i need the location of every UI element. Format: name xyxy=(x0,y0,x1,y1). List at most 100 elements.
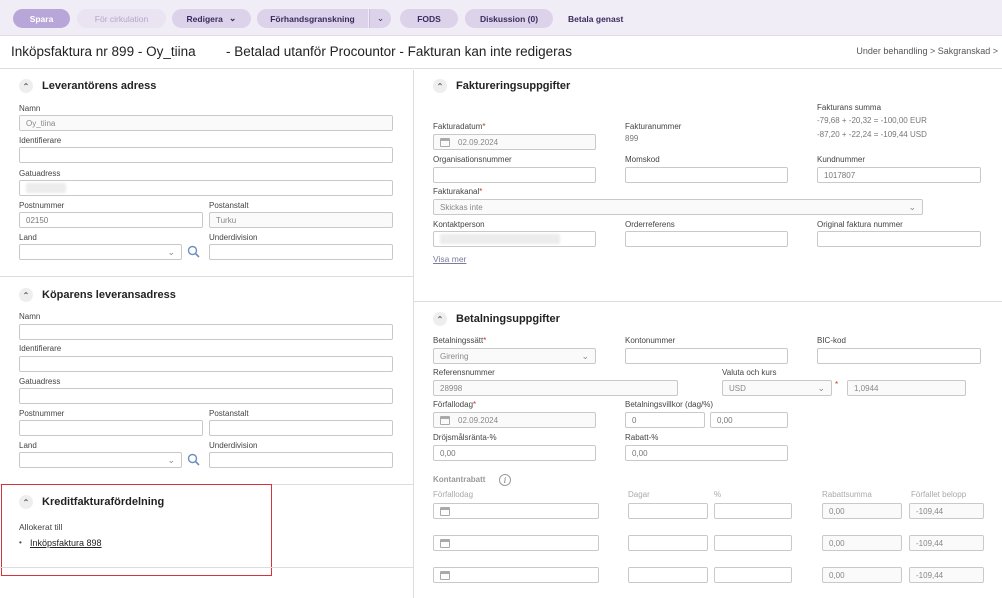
cd-due-amount-field[interactable]: -109,44 xyxy=(909,503,984,519)
show-more-link[interactable]: Visa mer xyxy=(433,254,466,264)
buyer-street-field[interactable] xyxy=(19,388,393,404)
currency-select[interactable]: USD ⌄ xyxy=(722,380,832,396)
supplier-name-label: Namn xyxy=(19,104,41,113)
buyer-postal-label: Postnummer xyxy=(19,409,65,418)
preview-button[interactable]: Förhandsgranskning xyxy=(257,9,368,28)
invoice-date-field[interactable]: 02.09.2024 xyxy=(433,134,596,150)
cd-due-date-field[interactable] xyxy=(433,535,599,551)
account-number-label: Kontonummer xyxy=(625,336,676,345)
supplier-heading: Leverantörens adress xyxy=(42,80,157,92)
supplier-name-field[interactable]: Oy_tiina xyxy=(19,115,393,131)
save-button[interactable]: Spara xyxy=(13,9,70,28)
buyer-city-field[interactable] xyxy=(209,420,393,436)
reference-number-label: Referensnummer xyxy=(433,368,495,377)
buyer-section-header[interactable]: ⌃ Köparens leveransadress xyxy=(19,288,176,302)
buyer-postal-field[interactable] xyxy=(19,420,203,436)
pay-now-button[interactable]: Betala genast xyxy=(568,9,623,28)
cd-col-due-amount: Förfallet belopp xyxy=(911,490,967,499)
payment-terms-days-field[interactable]: 0 xyxy=(625,412,705,428)
cd-due-amount-field[interactable]: -109,44 xyxy=(909,535,984,551)
payment-terms-percent-field[interactable]: 0,00 xyxy=(710,412,788,428)
cd-due-amount-field[interactable]: -109,44 xyxy=(909,567,984,583)
due-date-value: 02.09.2024 xyxy=(458,415,499,425)
invoice-number-label: Fakturanummer xyxy=(625,122,682,131)
buyer-subdivision-label: Underdivision xyxy=(209,441,258,450)
collapse-icon[interactable]: ⌃ xyxy=(433,79,447,93)
contact-person-field[interactable] xyxy=(433,231,596,247)
title-bar: Inköpsfaktura nr 899 - Oy_tiina - Betala… xyxy=(0,37,1002,69)
column-divider xyxy=(413,70,414,598)
exchange-rate-field[interactable]: 1,0944 xyxy=(847,380,966,396)
circulate-button[interactable]: För cirkulation xyxy=(77,9,166,28)
payment-method-select[interactable]: Girering ⌄ xyxy=(433,348,596,364)
payment-section-header[interactable]: ⌃ Betalningsuppgifter xyxy=(433,312,560,326)
org-number-label: Organisationsnummer xyxy=(433,155,512,164)
cd-due-date-field[interactable] xyxy=(433,503,599,519)
supplier-country-select[interactable]: ⌄ xyxy=(19,244,182,260)
supplier-country-label: Land xyxy=(19,233,37,242)
cd-days-field[interactable] xyxy=(628,567,708,583)
supplier-subdivision-field[interactable] xyxy=(209,244,393,260)
buyer-identifier-field[interactable] xyxy=(19,356,393,372)
search-icon[interactable] xyxy=(187,245,200,258)
calendar-icon xyxy=(440,506,450,516)
invoicing-section-header[interactable]: ⌃ Faktureringsuppgifter xyxy=(433,79,570,93)
buyer-identifier-label: Identifierare xyxy=(19,344,62,353)
cd-percent-field[interactable] xyxy=(714,503,792,519)
allocated-invoice-link[interactable]: Inköpsfaktura 898 xyxy=(30,538,102,548)
supplier-identifier-field[interactable] xyxy=(19,147,393,163)
due-date-field[interactable]: 02.09.2024 xyxy=(433,412,596,428)
invoice-channel-select[interactable]: Skickas inte ⌄ xyxy=(433,199,923,215)
customer-number-label: Kundnummer xyxy=(817,155,866,164)
discount-field[interactable]: 0,00 xyxy=(625,445,788,461)
calendar-icon xyxy=(440,415,450,425)
cd-percent-field[interactable] xyxy=(714,535,792,551)
fods-button[interactable]: FODS xyxy=(400,9,458,28)
supplier-section-header[interactable]: ⌃ Leverantörens adress xyxy=(19,79,156,93)
account-number-field[interactable] xyxy=(625,348,788,364)
cd-due-date-field[interactable] xyxy=(433,567,599,583)
reference-number-field[interactable]: 28998 xyxy=(433,380,678,396)
cd-amount-field[interactable]: 0,00 xyxy=(822,535,902,551)
bic-field[interactable] xyxy=(817,348,981,364)
buyer-street-label: Gatuadress xyxy=(19,377,61,386)
interest-field[interactable]: 0,00 xyxy=(433,445,596,461)
supplier-postal-field[interactable]: 02150 xyxy=(19,212,203,228)
supplier-postal-label: Postnummer xyxy=(19,201,65,210)
discussion-button[interactable]: Diskussion (0) xyxy=(465,9,553,28)
collapse-icon[interactable]: ⌃ xyxy=(19,79,33,93)
supplier-street-field[interactable] xyxy=(19,180,393,196)
buyer-country-select[interactable]: ⌄ xyxy=(19,452,182,468)
edit-dropdown-button[interactable]: Redigera ⌄ xyxy=(172,9,251,28)
cd-days-field[interactable] xyxy=(628,535,708,551)
supplier-city-field[interactable]: Turku xyxy=(209,212,393,228)
invoice-sum-usd: -87,20 + -22,24 = -109,44 USD xyxy=(817,130,927,139)
cd-amount-field[interactable]: 0,00 xyxy=(822,567,902,583)
collapse-icon[interactable]: ⌃ xyxy=(19,495,33,509)
supplier-street-label: Gatuadress xyxy=(19,169,61,178)
invoice-date-value: 02.09.2024 xyxy=(458,137,499,147)
collapse-icon[interactable]: ⌃ xyxy=(433,312,447,326)
search-icon[interactable] xyxy=(187,453,200,466)
original-invoice-field[interactable] xyxy=(817,231,981,247)
org-number-field[interactable] xyxy=(433,167,596,183)
payment-terms-label: Betalningsvillkor (dag/%) xyxy=(625,400,714,409)
buyer-subdivision-field[interactable] xyxy=(209,452,393,468)
collapse-icon[interactable]: ⌃ xyxy=(19,288,33,302)
cd-col-due-date: Förfallodag xyxy=(433,490,474,499)
cd-amount-field[interactable]: 0,00 xyxy=(822,503,902,519)
cd-days-field[interactable] xyxy=(628,503,708,519)
buyer-name-field[interactable] xyxy=(19,324,393,340)
preview-menu-chevron-icon[interactable]: ⌄ xyxy=(369,9,391,28)
currency-rate-label: Valuta och kurs xyxy=(722,368,777,377)
customer-number-field[interactable]: 1017807 xyxy=(817,167,981,183)
allocated-label: Allokerat till xyxy=(19,522,63,532)
info-icon[interactable]: i xyxy=(499,474,511,486)
credit-section-header[interactable]: ⌃ Kreditfakturafördelning xyxy=(19,495,164,509)
workflow-breadcrumb[interactable]: Under behandling > Sakgranskad > xyxy=(856,46,998,56)
cd-percent-field[interactable] xyxy=(714,567,792,583)
vat-code-field[interactable] xyxy=(625,167,788,183)
invoicing-heading: Faktureringsuppgifter xyxy=(456,80,571,92)
order-reference-field[interactable] xyxy=(625,231,788,247)
due-date-label: Förfallodag* xyxy=(433,400,477,409)
